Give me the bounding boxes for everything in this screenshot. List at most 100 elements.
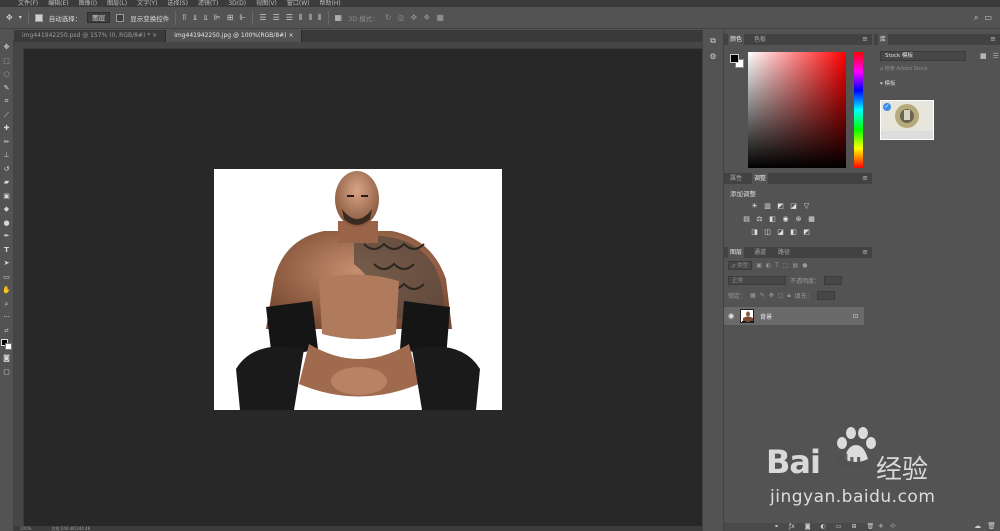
tool-preset-dropdown-icon[interactable]: ▾: [19, 13, 22, 23]
search-icon[interactable]: ⌕: [974, 13, 978, 23]
tab-swatches[interactable]: 色板: [752, 34, 768, 45]
lock-artboard-icon[interactable]: ▢: [778, 292, 784, 299]
doc-info[interactable]: 文档:244.4K/244.4K: [51, 526, 90, 531]
visibility-eye-icon[interactable]: ◉: [728, 312, 734, 320]
opacity-input[interactable]: [824, 276, 843, 285]
color-swatches[interactable]: [0, 339, 13, 351]
3d-roll-icon[interactable]: ◎: [397, 13, 404, 23]
3d-slide-icon[interactable]: ❖: [423, 13, 430, 23]
posterize-icon[interactable]: ◫: [763, 228, 772, 237]
cloud-sync-icon[interactable]: ☁: [974, 522, 981, 530]
curves-icon[interactable]: ◩: [776, 202, 785, 211]
photo-filter-icon[interactable]: ◉: [781, 215, 790, 224]
marquee-tool-icon[interactable]: ⬚: [1, 56, 13, 68]
distribute-top-icon[interactable]: ☰: [259, 13, 266, 23]
new-group-icon[interactable]: ▭: [836, 523, 842, 531]
distribute-hcenter-icon[interactable]: ⦀: [308, 13, 312, 23]
show-transform-checkbox[interactable]: [116, 13, 125, 22]
tab-color[interactable]: 颜色: [728, 34, 745, 45]
align-top-icon[interactable]: ⫪: [182, 13, 187, 23]
distribute-right-icon[interactable]: ⦀: [318, 13, 322, 23]
library-dropdown[interactable]: Stock 模板: [880, 51, 966, 61]
type-tool-icon[interactable]: T: [1, 245, 13, 257]
layer-style-icon[interactable]: ƒx: [789, 523, 795, 531]
horizontal-ruler[interactable]: [24, 42, 702, 49]
distribute-left-icon[interactable]: ⦀: [299, 13, 303, 23]
grid-view-icon[interactable]: ▦: [980, 52, 987, 60]
auto-select-dropdown[interactable]: 图层: [87, 12, 111, 23]
quick-select-tool-icon[interactable]: ✎: [1, 83, 13, 95]
eraser-tool-icon[interactable]: ▰: [1, 177, 13, 189]
distribute-vcenter-icon[interactable]: ☰: [273, 13, 280, 23]
healing-brush-tool-icon[interactable]: ✚: [1, 123, 13, 135]
invert-icon[interactable]: ◨: [750, 228, 759, 237]
blur-tool-icon[interactable]: ◆: [1, 204, 13, 216]
menu-filter[interactable]: 滤镜(T): [198, 0, 218, 7]
close-icon[interactable]: ×: [288, 32, 293, 39]
vertical-ruler[interactable]: [14, 49, 24, 531]
tab-properties[interactable]: 属性: [728, 173, 744, 184]
3d-scale-icon[interactable]: ■: [436, 13, 444, 23]
swap-colors-icon[interactable]: ⇄: [1, 326, 13, 338]
library-section-title[interactable]: ▾ 模板: [880, 79, 1000, 87]
hand-tool-icon[interactable]: ✋: [1, 285, 13, 297]
more-tools-icon[interactable]: ···: [1, 312, 13, 324]
align-vcenter-icon[interactable]: ⫫: [193, 13, 198, 23]
doc-tab-psd[interactable]: img441942250.psd @ 157% (0, RGB/8#) * ×: [14, 30, 167, 42]
tab-adjustments[interactable]: 调整: [752, 173, 769, 184]
align-bottom-icon[interactable]: ⫫: [203, 13, 208, 23]
background-color-swatch[interactable]: [4, 343, 12, 350]
shape-filter-icon[interactable]: ⬚: [783, 262, 789, 269]
panel-menu-icon[interactable]: ≡: [990, 35, 996, 43]
black-white-icon[interactable]: ◧: [768, 215, 777, 224]
menu-type[interactable]: 文字(Y): [137, 0, 157, 7]
path-select-tool-icon[interactable]: ➤: [1, 258, 13, 270]
history-brush-tool-icon[interactable]: ↺: [1, 164, 13, 176]
quick-mask-icon[interactable]: ◙: [1, 353, 13, 365]
properties-icon[interactable]: ⚙: [709, 52, 716, 62]
adjustment-filter-icon[interactable]: ◐: [766, 262, 771, 269]
tab-layers[interactable]: 图层: [728, 247, 745, 258]
library-search-input[interactable]: ρ 搜索 Adobe Stock: [880, 65, 976, 73]
new-layer-icon[interactable]: ⊞: [851, 523, 856, 531]
vibrance-icon[interactable]: ▽: [802, 202, 811, 211]
pen-tool-icon[interactable]: ✒: [1, 231, 13, 243]
tab-libraries[interactable]: 库: [878, 34, 889, 45]
selective-color-icon[interactable]: ◩: [802, 228, 811, 237]
color-lookup-icon[interactable]: ▦: [807, 215, 816, 224]
3d-rotate-icon[interactable]: ↻: [385, 13, 392, 23]
rectangle-tool-icon[interactable]: ▭: [1, 272, 13, 284]
tab-channels[interactable]: 通道: [752, 247, 768, 258]
link-layers-icon[interactable]: ⚭: [774, 523, 779, 531]
lock-position-icon[interactable]: ✥: [769, 292, 774, 299]
channel-mixer-icon[interactable]: ⊛: [794, 215, 803, 224]
layer-filter-dropdown[interactable]: ρ 类型: [728, 261, 753, 270]
history-icon[interactable]: ⧉: [710, 36, 716, 46]
lock-transparent-icon[interactable]: ▦: [750, 292, 756, 299]
new-adjustment-icon[interactable]: ◐: [821, 523, 826, 531]
exposure-icon[interactable]: ◪: [789, 202, 798, 211]
color-balance-icon[interactable]: ⚖: [755, 215, 764, 224]
add-mask-icon[interactable]: ◙: [805, 523, 811, 531]
hue-saturation-icon[interactable]: ▤: [742, 215, 751, 224]
auto-select-checkbox[interactable]: [34, 13, 43, 22]
menu-file[interactable]: 文件(F): [18, 0, 38, 7]
close-icon[interactable]: ×: [152, 32, 157, 39]
lock-all-icon[interactable]: 🔒︎: [787, 292, 790, 300]
menu-layer[interactable]: 图层(L): [107, 0, 127, 7]
delete-layer-icon[interactable]: 🗑︎: [866, 523, 874, 531]
3d-drag-icon[interactable]: ✥: [410, 13, 417, 23]
panel-menu-icon[interactable]: ≡: [862, 174, 868, 182]
crop-tool-icon[interactable]: ⌗: [1, 96, 13, 108]
doc-tab-jpg[interactable]: img441942250.jpg @ 100%(RGB/8#) ×: [166, 30, 303, 42]
move-tool-icon[interactable]: ✥: [1, 42, 13, 54]
gradient-map-icon[interactable]: ◧: [789, 228, 798, 237]
brightness-contrast-icon[interactable]: ☀: [750, 202, 759, 211]
menu-view[interactable]: 视图(V): [256, 0, 277, 7]
menu-window[interactable]: 窗口(W): [287, 0, 310, 7]
lock-pixels-icon[interactable]: ✎: [760, 292, 765, 299]
tab-paths[interactable]: 路径: [776, 247, 792, 258]
align-hcenter-icon[interactable]: ⊞: [227, 13, 234, 23]
align-left-icon[interactable]: ⊫: [214, 13, 221, 23]
align-right-icon[interactable]: ⊩: [239, 13, 246, 23]
